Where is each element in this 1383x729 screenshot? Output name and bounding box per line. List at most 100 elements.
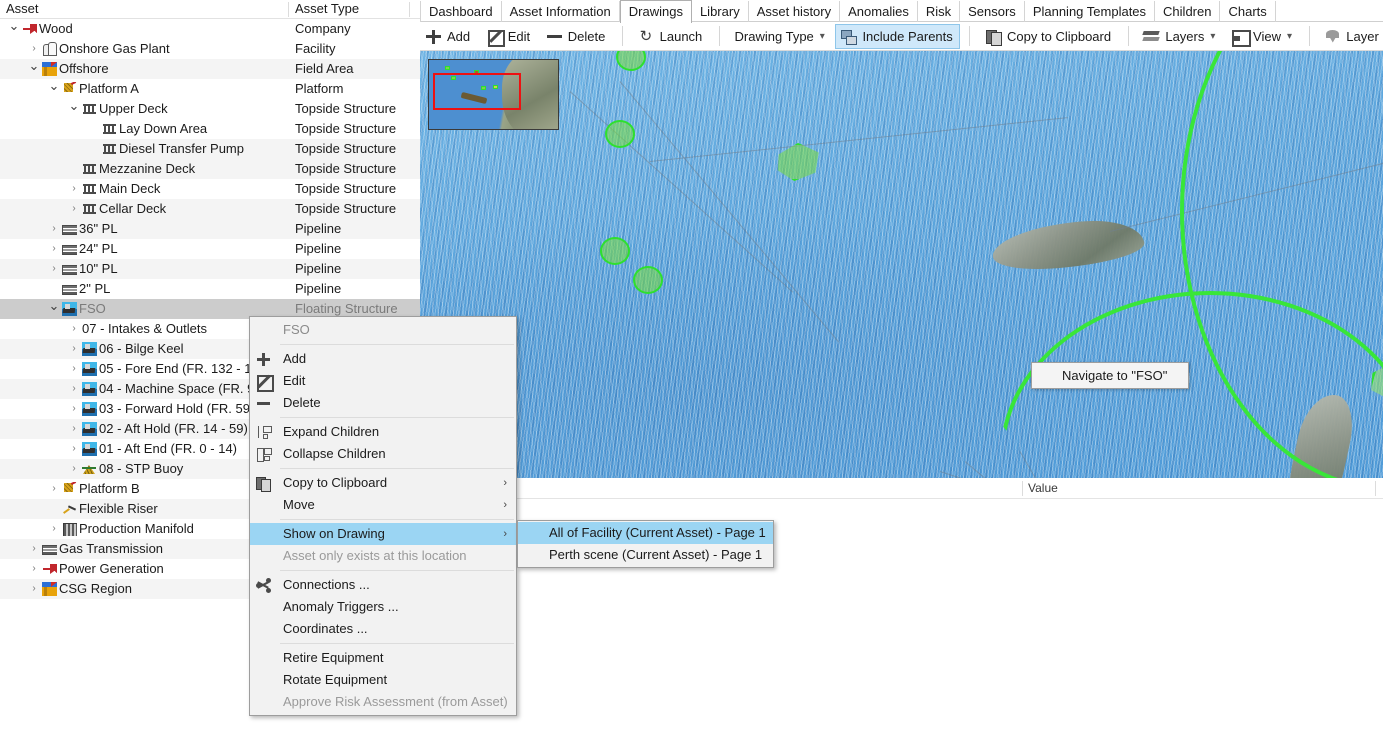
drawing-canvas[interactable]	[420, 51, 1383, 478]
chevron-right-icon[interactable]: ›	[48, 519, 60, 539]
tab-asset-information[interactable]: Asset Information	[502, 1, 620, 23]
layer-colour-dropdown[interactable]: Layer Colour ▾	[1319, 24, 1383, 49]
properties-column-divider[interactable]	[1022, 481, 1023, 496]
tab-children[interactable]: Children	[1155, 1, 1221, 23]
menu-item-edit[interactable]: Edit	[250, 370, 516, 392]
tree-row[interactable]: Lay Down Area Topside Structure	[0, 119, 420, 139]
menu-item-move[interactable]: Move ›	[250, 494, 516, 516]
chevron-right-icon[interactable]: ›	[28, 579, 40, 599]
properties-column-value[interactable]: Value	[1028, 481, 1058, 495]
menu-item-expand-children-label: Expand Children	[283, 424, 380, 439]
chevron-right-icon[interactable]: ›	[68, 319, 80, 339]
chevron-down-icon[interactable]: ⌄	[48, 299, 60, 319]
tree-row[interactable]: Mezzanine Deck Topside Structure	[0, 159, 420, 179]
toolbar-separator	[1308, 26, 1310, 46]
tree-row-label: Platform A	[79, 81, 139, 96]
company-icon	[22, 22, 37, 36]
submenu-item-all-of-facility[interactable]: All of Facility (Current Asset) - Page 1	[518, 522, 773, 544]
view-dropdown[interactable]: View ▾	[1226, 24, 1299, 49]
chevron-right-icon[interactable]: ›	[68, 439, 80, 459]
tab-risk[interactable]: Risk	[918, 1, 961, 23]
menu-item-rotate-equipment[interactable]: Rotate Equipment	[250, 669, 516, 691]
menu-item-show-on-drawing[interactable]: Show on Drawing ›	[250, 523, 516, 545]
pipeline-icon	[42, 542, 57, 556]
chevron-right-icon[interactable]: ›	[68, 399, 80, 419]
menu-item-connections[interactable]: Connections ...	[250, 574, 516, 596]
subsea-wellhead[interactable]	[600, 237, 630, 265]
menu-item-show-on-drawing-label: Show on Drawing	[283, 526, 385, 541]
copy-to-clipboard-label: Copy to Clipboard	[1007, 29, 1112, 44]
minimap-viewport-rect[interactable]	[433, 73, 521, 110]
layers-dropdown[interactable]: Layers ▾	[1138, 24, 1222, 49]
tab-charts[interactable]: Charts	[1220, 1, 1276, 23]
menu-item-retire-equipment[interactable]: Retire Equipment	[250, 647, 516, 669]
column-header-asset-type[interactable]: Asset Type	[295, 1, 359, 16]
include-parents-toggle[interactable]: Include Parents	[835, 24, 960, 49]
tree-row[interactable]: ⌄ Platform A Platform	[0, 79, 420, 99]
chevron-right-icon[interactable]: ›	[28, 539, 40, 559]
chevron-down-icon[interactable]: ⌄	[8, 19, 20, 39]
chevron-right-icon[interactable]: ›	[48, 219, 60, 239]
drawing-type-label: Drawing Type	[734, 29, 814, 44]
chevron-right-icon[interactable]: ›	[28, 39, 40, 59]
tree-row[interactable]: Diesel Transfer Pump Topside Structure	[0, 139, 420, 159]
copy-to-clipboard-button[interactable]: Copy to Clipboard	[980, 24, 1118, 49]
tab-dashboard[interactable]: Dashboard	[420, 1, 502, 23]
tree-row[interactable]: ⌄ Wood Company	[0, 19, 420, 39]
chevron-right-icon[interactable]: ›	[48, 239, 60, 259]
subsea-wellhead[interactable]	[605, 120, 635, 148]
chevron-right-icon[interactable]: ›	[68, 459, 80, 479]
tree-row[interactable]: › Main Deck Topside Structure	[0, 179, 420, 199]
tree-row[interactable]: › Cellar Deck Topside Structure	[0, 199, 420, 219]
chevron-right-icon[interactable]: ›	[68, 179, 80, 199]
launch-button[interactable]: Launch	[633, 24, 710, 49]
tree-row[interactable]: ⌄ Offshore Field Area	[0, 59, 420, 79]
tree-row[interactable]: › 36" PL Pipeline	[0, 219, 420, 239]
menu-item-collapse-children[interactable]: Collapse Children	[250, 443, 516, 465]
chevron-down-icon[interactable]: ⌄	[68, 99, 80, 119]
tab-library[interactable]: Library	[692, 1, 749, 23]
minimap-overview[interactable]	[428, 59, 559, 130]
delete-button[interactable]: Delete	[541, 24, 613, 49]
menu-item-copy-to-clipboard[interactable]: Copy to Clipboard ›	[250, 472, 516, 494]
tree-row[interactable]: › Onshore Gas Plant Facility	[0, 39, 420, 59]
chevron-right-icon[interactable]: ›	[68, 339, 80, 359]
column-divider-1[interactable]	[288, 2, 289, 17]
subsea-wellhead[interactable]	[633, 266, 663, 294]
add-button[interactable]: Add	[420, 24, 477, 49]
drawing-type-dropdown[interactable]: Drawing Type ▾	[730, 24, 832, 49]
tree-row[interactable]: 2" PL Pipeline	[0, 279, 420, 299]
chevron-right-icon[interactable]: ›	[68, 379, 80, 399]
edit-button[interactable]: Edit	[481, 24, 537, 49]
tree-row[interactable]: ⌄ Upper Deck Topside Structure	[0, 99, 420, 119]
chevron-right-icon[interactable]: ›	[68, 419, 80, 439]
menu-item-add[interactable]: Add	[250, 348, 516, 370]
tree-row-label: Platform B	[79, 481, 140, 496]
menu-item-coordinates[interactable]: Coordinates ...	[250, 618, 516, 640]
submenu-item-perth-scene-label: Perth scene (Current Asset) - Page 1	[549, 547, 763, 562]
properties-column-divider[interactable]	[1375, 481, 1376, 496]
tree-row[interactable]: › 10" PL Pipeline	[0, 259, 420, 279]
menu-item-asset-only-exists-here-label: Asset only exists at this location	[283, 548, 467, 563]
column-header-asset[interactable]: Asset	[6, 1, 39, 16]
chevron-right-icon[interactable]: ›	[68, 359, 80, 379]
tab-asset-history[interactable]: Asset history	[749, 1, 841, 23]
chevron-right-icon[interactable]: ›	[48, 259, 60, 279]
menu-item-delete[interactable]: Delete	[250, 392, 516, 414]
column-divider-2[interactable]	[409, 2, 410, 17]
tab-drawings[interactable]: Drawings	[619, 0, 692, 23]
menu-item-anomaly-triggers[interactable]: Anomaly Triggers ...	[250, 596, 516, 618]
tab-planning-templates[interactable]: Planning Templates	[1025, 1, 1156, 23]
tree-row-label: Wood	[39, 21, 73, 36]
chevron-right-icon[interactable]: ›	[48, 479, 60, 499]
menu-item-expand-children[interactable]: Expand Children	[250, 421, 516, 443]
tree-row[interactable]: › 24" PL Pipeline	[0, 239, 420, 259]
chevron-right-icon[interactable]: ›	[28, 559, 40, 579]
chevron-right-icon[interactable]: ›	[68, 199, 80, 219]
chevron-down-icon[interactable]: ⌄	[48, 79, 60, 99]
tab-anomalies[interactable]: Anomalies	[840, 1, 918, 23]
launch-icon	[638, 27, 655, 45]
submenu-item-perth-scene[interactable]: Perth scene (Current Asset) - Page 1	[518, 544, 773, 566]
chevron-down-icon[interactable]: ⌄	[28, 59, 40, 79]
tab-sensors[interactable]: Sensors	[960, 1, 1025, 23]
